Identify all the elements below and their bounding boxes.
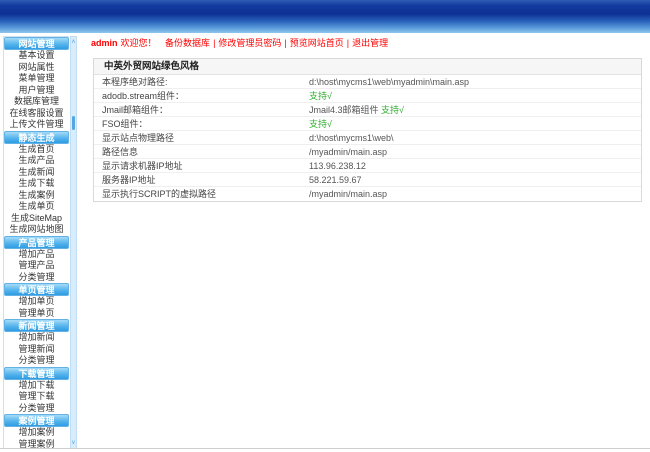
info-label: 显示执行SCRIPT的虚拟路径 — [102, 189, 217, 199]
sidebar-item-生成SiteMap[interactable]: 生成SiteMap — [4, 212, 69, 224]
welcome-bar: admin 欢迎您！ 备份数据库 | 修改管理员密码 | 预览网站首页 | 退出管理 — [85, 36, 650, 51]
scrollbar-thumb[interactable] — [72, 116, 75, 130]
main-content: admin 欢迎您！ 备份数据库 | 修改管理员密码 | 预览网站首页 | 退出管理 中英外贸… — [85, 36, 650, 448]
sidebar-item-管理产品[interactable]: 管理产品 — [4, 260, 69, 272]
info-label: adodb.stream组件： — [102, 91, 185, 101]
sidebar-item-增加下载[interactable]: 增加下载 — [4, 379, 69, 391]
sidebar-item-生成下载[interactable]: 生成下载 — [4, 178, 69, 190]
topbar-link-1[interactable]: 备份数据库 — [165, 38, 210, 48]
sidebar-item-管理单页[interactable]: 管理单页 — [4, 307, 69, 319]
info-row: 服务器IP地址 58.221.59.67 — [94, 173, 641, 187]
sidebar-item-生成案例[interactable]: 生成案例 — [4, 189, 69, 201]
info-label: 显示站点物理路径 — [102, 133, 175, 143]
sidebar-section-静态生成[interactable]: 静态生成 — [4, 130, 69, 144]
link-separator: | — [213, 38, 216, 48]
sidebar-section-案例管理[interactable]: 案例管理 — [4, 414, 69, 427]
server-info-panel: 中英外贸网站绿色风格 本程序绝对路径: d:\host\mycms1\web\m… — [93, 58, 642, 202]
top-banner — [0, 0, 650, 33]
sidebar-item-基本设置[interactable]: 基本设置 — [4, 50, 69, 62]
info-row: 显示执行SCRIPT的虚拟路径 /myadmin/main.asp — [94, 187, 641, 201]
scroll-up-icon[interactable]: ∧ — [71, 39, 76, 45]
sidebar-item-增加单页[interactable]: 增加单页 — [4, 296, 69, 308]
info-row: adodb.stream组件： 支持√ — [94, 89, 641, 103]
info-value: /myadmin/main.asp — [309, 147, 388, 157]
info-label: 服务器IP地址 — [102, 175, 156, 185]
topbar-link-4[interactable]: 退出管理 — [352, 38, 388, 48]
topbar-link-3[interactable]: 预览网站首页 — [290, 38, 344, 48]
info-label: 路径信息 — [102, 147, 139, 157]
sidebar-section-单页管理[interactable]: 单页管理 — [4, 283, 69, 296]
sidebar-item-增加产品[interactable]: 增加产品 — [4, 248, 69, 260]
info-value: d:\host\mycms1\web\ — [309, 133, 394, 143]
info-label: 显示请求机器IP地址 — [102, 161, 183, 171]
sidebar-section-产品管理[interactable]: 产品管理 — [4, 235, 69, 249]
sidebar-item-在线客服设置[interactable]: 在线客服设置 — [4, 107, 69, 119]
sidebar-item-用户管理[interactable]: 用户管理 — [4, 84, 69, 96]
info-row: 路径信息 /myadmin/main.asp — [94, 145, 641, 159]
topbar-link-2[interactable]: 修改管理员密码 — [218, 38, 281, 48]
info-row: FSO组件： 支持√ — [94, 117, 641, 131]
support-status: 支持√ — [309, 91, 332, 101]
support-status: 支持√ — [309, 119, 332, 129]
sidebar-item-上传文件管理[interactable]: 上传文件管理 — [4, 119, 69, 131]
info-value: /myadmin/main.asp — [309, 189, 388, 199]
username-label: admin — [91, 38, 118, 48]
sidebar-item-分类管理[interactable]: 分类管理 — [4, 402, 69, 414]
sidebar-section-下载管理[interactable]: 下载管理 — [4, 366, 69, 380]
sidebar-item-生成产品[interactable]: 生成产品 — [4, 155, 69, 167]
sidebar-item-数据库管理[interactable]: 数据库管理 — [4, 96, 69, 108]
page-bottom-divider — [0, 448, 650, 449]
sidebar-item-增加案例[interactable]: 增加案例 — [4, 427, 69, 439]
sidebar-item-管理新闻[interactable]: 管理新闻 — [4, 343, 69, 355]
sidebar-section-新闻管理[interactable]: 新闻管理 — [4, 319, 69, 332]
info-value: 支持√ — [309, 117, 641, 130]
info-label: FSO组件： — [102, 119, 148, 129]
info-row: 本程序绝对路径: d:\host\mycms1\web\myadmin\main… — [94, 75, 641, 89]
sidebar-item-生成网站地图[interactable]: 生成网站地图 — [4, 224, 69, 236]
sidebar-item-生成首页[interactable]: 生成首页 — [4, 143, 69, 155]
info-label: 本程序绝对路径: — [102, 77, 168, 87]
sidebar-item-网站属性[interactable]: 网站属性 — [4, 61, 69, 73]
info-row: Jmail邮箱组件： Jmail4.3邮箱组件 支持√ — [94, 103, 641, 117]
sidebar-item-管理下载[interactable]: 管理下载 — [4, 391, 69, 403]
info-value: 58.221.59.67 — [309, 175, 362, 185]
sidebar-item-菜单管理[interactable]: 菜单管理 — [4, 73, 69, 85]
info-value: 支持√ — [309, 89, 641, 102]
sidebar-menu: 网站管理 基本设置 网站属性 菜单管理 用户管理 数据库管理 在线客服设置 上传文件管理 静态生… — [3, 36, 69, 449]
sidebar-scrollbar[interactable]: ∧ ∨ — [70, 36, 77, 449]
info-row: 显示请求机器IP地址 113.96.238.12 — [94, 159, 641, 173]
info-value: 113.96.238.12 — [309, 161, 366, 171]
sidebar-item-生成新闻[interactable]: 生成新闻 — [4, 166, 69, 178]
sidebar-section-网站管理[interactable]: 网站管理 — [4, 37, 69, 50]
link-separator: | — [346, 38, 350, 48]
link-separator: | — [284, 38, 287, 48]
scroll-down-icon[interactable]: ∨ — [71, 440, 76, 446]
info-row: 显示站点物理路径 d:\host\mycms1\web\ — [94, 131, 641, 145]
welcome-text: 欢迎您！ — [120, 38, 157, 48]
sidebar-item-分类管理[interactable]: 分类管理 — [4, 271, 69, 283]
support-status: 支持√ — [381, 105, 404, 115]
sidebar-item-增加新闻[interactable]: 增加新闻 — [4, 332, 69, 344]
sidebar-item-分类管理[interactable]: 分类管理 — [4, 355, 69, 367]
info-label: Jmail邮箱组件： — [102, 105, 169, 115]
panel-title: 中英外贸网站绿色风格 — [94, 59, 641, 75]
info-value: d:\host\mycms1\web\myadmin\main.asp — [309, 77, 470, 87]
sidebar-item-生成单页[interactable]: 生成单页 — [4, 201, 69, 213]
admin-page: 网站管理 基本设置 网站属性 菜单管理 用户管理 数据库管理 在线客服设置 上传文件管理 静态生… — [0, 0, 650, 452]
info-value: Jmail4.3邮箱组件 支持√ — [309, 105, 404, 115]
